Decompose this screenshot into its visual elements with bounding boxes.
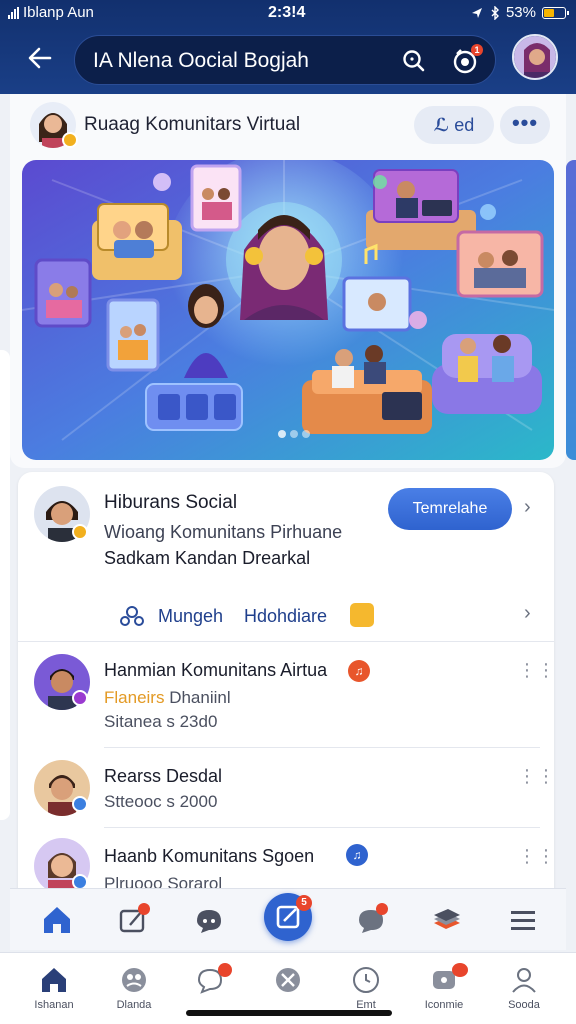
home-icon — [42, 968, 66, 992]
chat-badge — [218, 963, 232, 977]
header-search-bar[interactable]: IA Nlena Oocial Bogjah 1 — [74, 35, 496, 85]
verified-badge-icon — [72, 796, 88, 812]
notification-badge: 1 — [471, 44, 483, 56]
music-tag-icon: ♫ — [348, 660, 370, 682]
feed-item-title: Rearss Desdal — [104, 766, 223, 786]
drag-handle-icon[interactable]: ⋮⋮ — [518, 660, 554, 681]
messages-button[interactable] — [354, 903, 388, 937]
create-post-fab[interactable]: 5 — [264, 893, 312, 941]
search-icon[interactable] — [401, 48, 427, 74]
location-icon — [471, 7, 482, 18]
battery-text: 53% — [505, 4, 536, 21]
community-feed: Hiburans Social Wioang Komunitans Pirhua… — [18, 472, 554, 912]
verified-badge-icon — [62, 132, 78, 148]
community-name: Ruaag Komunitars Virtual — [84, 114, 301, 135]
signal-icon — [8, 6, 19, 19]
chevron-right-icon[interactable]: › — [524, 496, 531, 519]
home-indicator[interactable] — [186, 1010, 392, 1016]
fab-badge: 5 — [296, 895, 312, 911]
messages-badge — [376, 903, 388, 915]
tag-icon — [350, 603, 374, 627]
carrier-text: Iblanp Aun — [23, 4, 94, 21]
nav-item-home[interactable]: Ishanan — [24, 965, 84, 1021]
nav-item-messages[interactable]: Iconmie — [414, 963, 474, 1021]
verified-badge-icon — [72, 524, 88, 540]
more-options-button[interactable]: ••• — [500, 106, 550, 144]
avatar-image — [514, 36, 556, 78]
back-arrow-icon — [28, 47, 52, 69]
group-chat-icon[interactable] — [192, 903, 226, 937]
feed-item-meta-highlight: Flaneirs — [104, 688, 165, 707]
featured-cta-label: Temrelahe — [412, 500, 488, 517]
join-icon: ℒ — [433, 115, 450, 135]
status-bar: Iblanp Aun 2:3!4 53% — [0, 0, 576, 28]
chevron-right-icon[interactable]: › — [524, 602, 531, 625]
battery-icon — [542, 6, 569, 19]
bluetooth-icon — [491, 5, 499, 20]
back-button[interactable] — [22, 40, 58, 76]
quick-action-bar: 5 — [10, 888, 566, 950]
top-app-bar: Iblanp Aun 2:3!4 53% IA Nlena Oocial Bog… — [0, 0, 576, 94]
feed-item-title: Haanb Komunitans Sgoen — [104, 846, 315, 866]
featured-links-row[interactable]: Mungeh Hdohdiare › — [18, 590, 554, 642]
next-card-peek[interactable] — [566, 160, 576, 460]
join-button-label: ed — [454, 115, 475, 135]
featured-title: Hiburans Social — [104, 492, 238, 513]
featured-subtitle: Wioang Komunitans Pirhuane — [104, 522, 343, 542]
feed-item-title: Hanmian Komunitans Airtua — [104, 660, 328, 680]
community-icon — [122, 968, 146, 992]
nav-item-profile[interactable]: Sooda — [494, 965, 554, 1021]
edit-post-button[interactable] — [116, 903, 150, 937]
feed-item-meta-rest: Dhaniinl — [169, 688, 231, 707]
nav-label: Dlanda — [116, 999, 152, 1011]
nav-label: Sooda — [508, 999, 540, 1011]
battery-fill — [544, 8, 555, 17]
status-left: Iblanp Aun — [8, 4, 94, 21]
nav-item-community[interactable]: Dlanda — [104, 965, 164, 1021]
explore-icon — [276, 968, 300, 992]
join-button[interactable]: ℒ ed — [414, 106, 494, 144]
header-title: IA Nlena Oocial Bogjah — [93, 49, 309, 72]
library-icon[interactable] — [430, 903, 464, 937]
drag-handle-icon[interactable]: ⋮⋮ — [518, 766, 554, 787]
link-label-primary: Mungeh — [158, 606, 224, 626]
community-link-icon — [120, 606, 144, 626]
status-badge-icon — [72, 690, 88, 706]
menu-icon[interactable] — [506, 903, 540, 937]
featured-cta-button[interactable]: Temrelahe — [388, 488, 512, 530]
nav-label: Iconmie — [424, 999, 464, 1011]
link-label-secondary: Hdohdiare — [244, 606, 328, 626]
previous-card-peek — [0, 350, 10, 820]
messages-badge — [452, 963, 468, 977]
profile-avatar[interactable] — [512, 34, 558, 80]
profile-icon — [512, 968, 536, 993]
feed-item[interactable]: Rearss Desdal Stteooc s 2000 ⋮⋮ — [18, 748, 554, 828]
status-right: 53% — [470, 4, 569, 21]
feed-item-meta: Flaneirs Dhaniinl — [104, 688, 231, 708]
more-icon: ••• — [511, 110, 539, 135]
featured-description: Sadkam Kandan Drearkal — [104, 548, 311, 568]
community-card: Ruaag Komunitars Virtual ℒ ed ••• — [10, 94, 566, 468]
notification-button[interactable]: 1 — [451, 44, 483, 76]
feed-item[interactable]: Hanmian Komunitans Airtua ♫ Flaneirs Dha… — [18, 642, 554, 748]
home-icon[interactable] — [40, 903, 74, 937]
clock-icon — [353, 967, 379, 993]
status-time: 2:3!4 — [268, 4, 306, 21]
feed-item-meta-2: Stteooc s 2000 — [104, 792, 218, 811]
community-hero-image[interactable] — [22, 160, 554, 460]
feed-item-meta-2: Sitanea s 23d0 — [104, 712, 218, 731]
hero-illustration — [22, 160, 554, 460]
drag-handle-icon[interactable]: ⋮⋮ — [518, 846, 554, 867]
music-tag-icon: ♫ — [346, 844, 368, 866]
edit-badge — [138, 903, 150, 915]
nav-label: Ishanan — [34, 999, 74, 1011]
